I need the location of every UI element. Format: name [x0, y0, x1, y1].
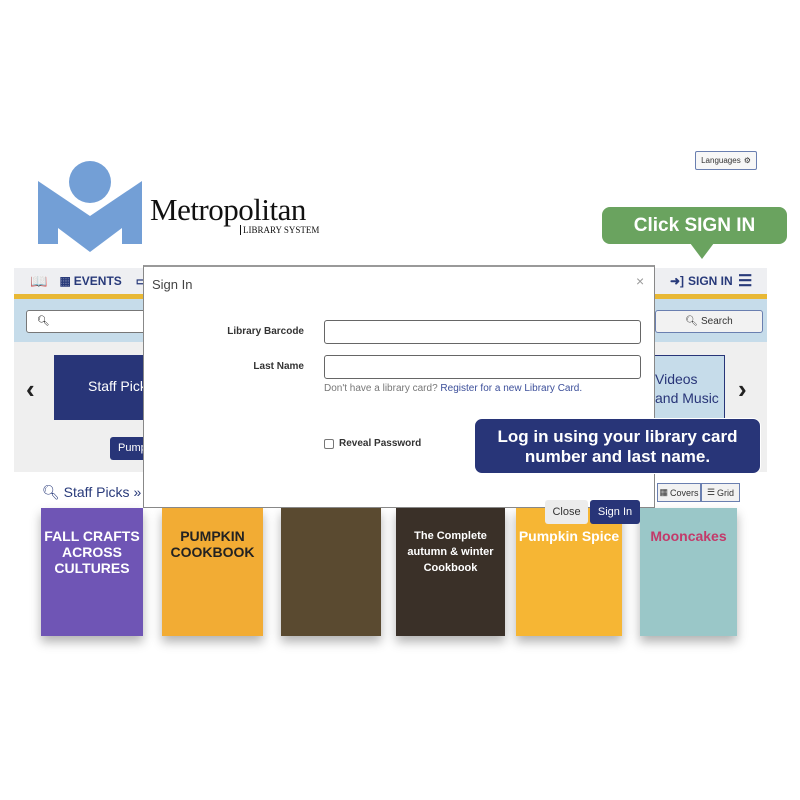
login-callout: Log in using your library card number an… — [474, 418, 761, 474]
book-cover[interactable] — [281, 508, 381, 636]
search-icon: 🔍︎ — [37, 316, 50, 327]
book-icon[interactable]: 📖 — [30, 273, 47, 290]
menu-icon[interactable]: ☰ — [738, 271, 752, 291]
covers-label: Covers — [670, 487, 699, 498]
breadcrumb: 🔍︎ Staff Picks » P — [42, 484, 154, 501]
register-link[interactable]: Register for a new Library Card. — [440, 383, 582, 394]
close-icon[interactable]: × — [636, 273, 644, 289]
logo-mark — [38, 161, 142, 252]
modal-title: Sign In — [152, 277, 193, 292]
sign-in-icon: ➜] — [670, 274, 685, 288]
close-button[interactable]: Close — [545, 500, 588, 524]
book-cover[interactable]: PUMPKIN COOKBOOK — [162, 508, 263, 636]
nav-events[interactable]: EVENTS — [74, 274, 122, 288]
book-cover[interactable]: Mooncakes — [640, 508, 737, 636]
sign-in-callout: Click SIGN IN — [602, 207, 787, 259]
covers-view-button[interactable]: ▦ Covers — [657, 483, 701, 502]
book-cover[interactable]: Pumpkin Spice — [516, 508, 622, 636]
search-icon: 🔍︎ — [42, 484, 64, 500]
book-cover[interactable]: FALL CRAFTS ACROSS CULTURES — [41, 508, 143, 636]
checkbox[interactable] — [324, 438, 334, 449]
grid-icon: ▦ — [659, 487, 668, 497]
logo-name: Metropolitan — [150, 192, 306, 227]
last-name-label: Last Name — [253, 361, 304, 372]
chevron-right-icon[interactable]: › — [738, 374, 747, 405]
search-icon: 🔍︎ — [685, 316, 698, 327]
search-input[interactable]: 🔍︎ — [26, 310, 156, 333]
gear-icon: ⚙ — [743, 156, 751, 165]
search-button[interactable]: 🔍︎ Search — [655, 310, 763, 333]
logo-subtitle: LIBRARY SYSTEM — [240, 225, 319, 235]
grid-view-button[interactable]: ☰ Grid — [701, 483, 740, 502]
breadcrumb-link[interactable]: Staff Picks » P — [64, 484, 155, 500]
carousel-staff-picks[interactable]: Staff Picks — [54, 355, 154, 420]
last-name-input[interactable] — [324, 355, 641, 379]
languages-label: Languages — [701, 156, 741, 165]
grid-label: Grid — [717, 487, 735, 498]
reveal-password-label: Reveal Password — [339, 438, 422, 449]
barcode-label: Library Barcode — [227, 326, 304, 337]
languages-button[interactable]: Languages ⚙ — [695, 151, 757, 170]
book-cover[interactable]: The Complete autumn & winter Cookbook — [396, 508, 505, 636]
help-text: Don't have a library card? — [324, 383, 438, 394]
sign-in-button[interactable]: Sign In — [590, 500, 640, 524]
chevron-left-icon[interactable]: ‹ — [26, 374, 35, 405]
nav-sign-in[interactable]: SIGN IN — [688, 274, 733, 288]
reveal-password-checkbox[interactable]: Reveal Password — [324, 438, 421, 449]
search-button-label: Search — [701, 316, 733, 327]
calendar-icon: ▦ — [59, 274, 71, 288]
register-help: Don't have a library card? Register for … — [324, 383, 582, 394]
list-icon: ☰ — [706, 487, 716, 497]
barcode-input[interactable] — [324, 320, 641, 344]
